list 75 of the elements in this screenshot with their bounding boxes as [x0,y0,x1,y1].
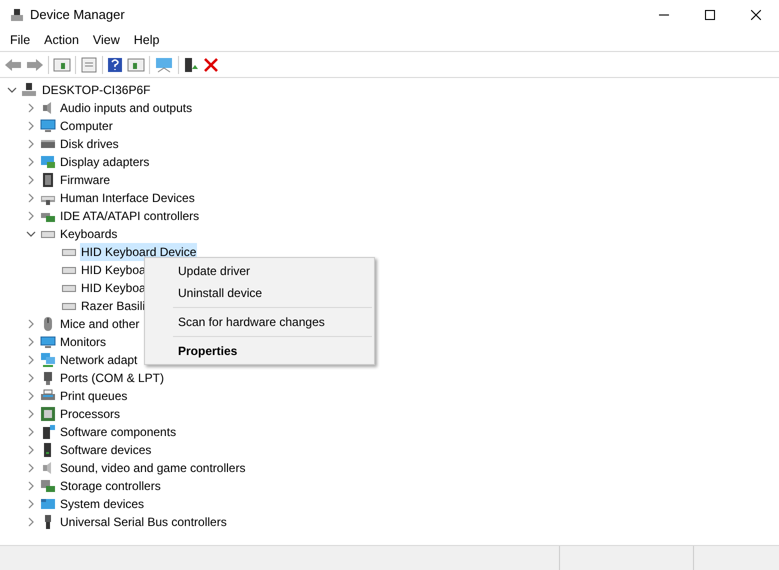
tree-item[interactable]: Monitors [59,333,108,351]
tree-item[interactable]: Firmware [59,171,111,189]
tree-root[interactable]: DESKTOP-CI36P6F [42,81,150,99]
chip-icon [40,172,56,188]
expand-chevron-icon[interactable] [26,157,36,167]
tree-item[interactable]: IDE ATA/ATAPI controllers [59,207,200,225]
tree-item[interactable]: HID Keyboa [80,261,147,279]
tree-item[interactable]: Software devices [59,441,152,459]
menu-option[interactable]: Uninstall device [145,282,374,304]
tree-item[interactable]: Display adapters [59,153,150,171]
collapse-chevron-icon[interactable] [26,229,36,239]
close-icon [751,10,761,20]
menu-item[interactable]: Action [37,31,86,50]
processor-icon [40,406,56,422]
expand-chevron-icon[interactable] [26,481,36,491]
tree-item[interactable]: Razer Basili [80,297,146,315]
menu-option[interactable]: Scan for hardware changes [145,311,374,333]
help-icon[interactable] [107,56,123,72]
expand-chevron-icon[interactable] [26,103,36,113]
expand-chevron-icon[interactable] [26,427,36,437]
tree-item[interactable]: HID Keyboa [80,279,147,297]
menu-option[interactable]: Properties [145,340,374,362]
uninstall-x-icon[interactable] [203,56,219,72]
properties-sheet-icon[interactable] [80,56,98,72]
expand-chevron-icon[interactable] [26,391,36,401]
display-card-icon [40,154,56,170]
tree-item[interactable]: Software components [59,423,178,441]
app-icon [9,7,25,23]
tree-item[interactable]: HID Keyboard Device [80,243,198,261]
expand-chevron-icon[interactable] [26,337,36,347]
collapse-chevron-icon[interactable] [7,85,17,95]
console-tree-icon[interactable] [53,56,71,72]
computer-network-icon [21,82,37,98]
tree-item[interactable]: Human Interface Devices [59,189,196,207]
expand-chevron-icon[interactable] [26,445,36,455]
expand-chevron-icon[interactable] [26,463,36,473]
window-title: Device Manager [30,6,125,24]
scan-monitor-icon[interactable] [154,56,174,72]
network-icon [40,352,56,368]
expand-chevron-icon[interactable] [26,175,36,185]
expand-chevron-icon[interactable] [26,319,36,329]
expand-chevron-icon[interactable] [26,517,36,527]
expand-chevron-icon[interactable] [26,499,36,509]
tree-item[interactable]: Keyboards [59,225,118,243]
tree-item[interactable]: Mice and other [59,315,140,333]
expand-chevron-icon[interactable] [26,355,36,365]
monitor-icon [40,334,56,350]
tree-item[interactable]: Audio inputs and outputs [59,99,194,117]
menu-option[interactable]: Update driver [145,260,374,282]
tree-item[interactable]: Sound, video and game controllers [59,459,246,477]
tree-item[interactable]: Network adapt [59,351,138,369]
back-arrow-icon[interactable] [4,56,22,72]
expand-chevron-icon[interactable] [26,211,36,221]
tree-item[interactable]: Print queues [59,387,128,405]
update-driver-icon[interactable] [183,56,199,72]
monitor-icon [40,118,56,134]
expand-chevron-icon[interactable] [26,373,36,383]
tree-item[interactable]: Ports (COM & LPT) [59,369,166,387]
forward-arrow-icon[interactable] [26,56,44,72]
menu-item[interactable]: File [3,31,38,50]
maximize-icon [705,10,715,20]
tree-item[interactable]: System devices [59,495,146,513]
expand-chevron-icon[interactable] [26,121,36,131]
tree-item[interactable]: Universal Serial Bus controllers [59,513,228,531]
tree-item[interactable]: Disk drives [59,135,120,153]
expand-chevron-icon[interactable] [26,139,36,149]
expand-chevron-icon[interactable] [26,193,36,203]
expand-chevron-icon[interactable] [26,409,36,419]
menu-item[interactable]: View [86,31,127,50]
tree-item[interactable]: Computer [59,117,114,135]
tree-item[interactable]: Storage controllers [59,477,162,495]
tree-item[interactable]: Processors [59,405,122,423]
action-pane-icon[interactable] [127,56,145,72]
component-icon [40,424,56,440]
menu-item[interactable]: Help [126,31,166,50]
